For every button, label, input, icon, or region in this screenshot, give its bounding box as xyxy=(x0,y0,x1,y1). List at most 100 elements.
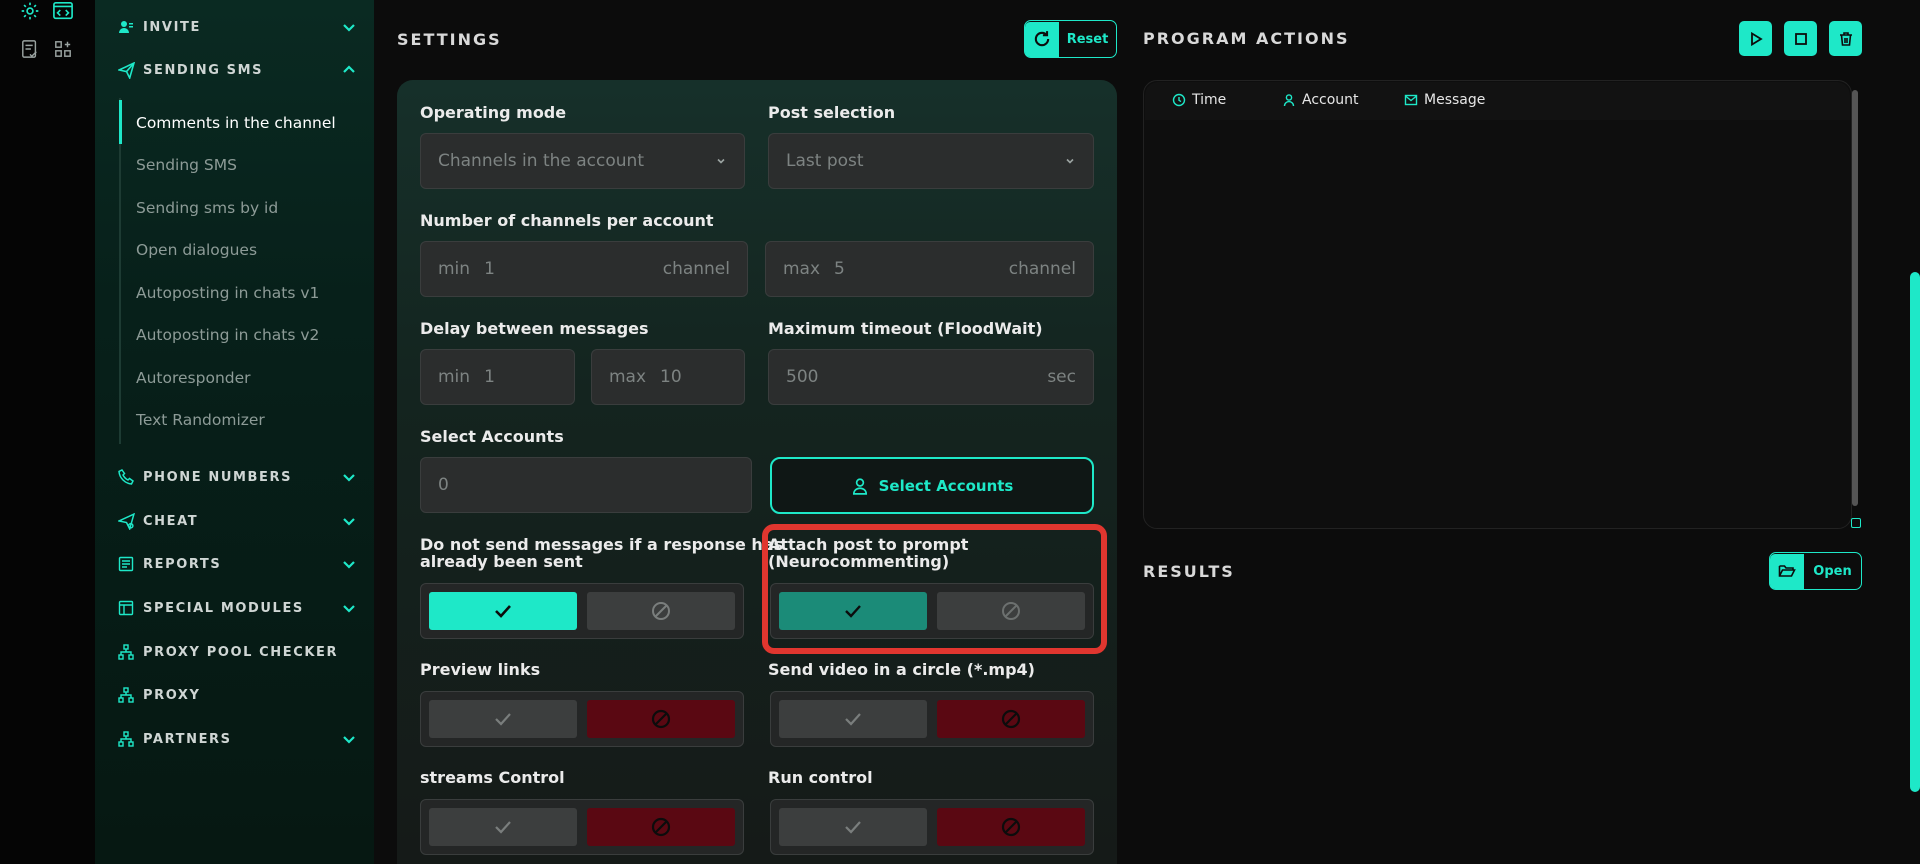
preview-links-toggle xyxy=(420,691,744,747)
operating-mode-select[interactable]: Channels in the account xyxy=(420,133,745,189)
resize-handle[interactable] xyxy=(1851,518,1861,528)
video-circle-toggle xyxy=(770,691,1094,747)
delete-button[interactable] xyxy=(1829,21,1862,56)
submenu-item-comments-in-channel[interactable]: Comments in the channel xyxy=(136,114,336,132)
apps-icon[interactable] xyxy=(52,38,74,60)
open-button[interactable]: Open xyxy=(1769,552,1862,590)
submenu-item-autoposting-v2[interactable]: Autoposting in chats v2 xyxy=(136,326,319,344)
nav-section-sending-sms[interactable]: SENDING SMS xyxy=(117,58,357,82)
program-actions-title: PROGRAM ACTIONS xyxy=(1143,29,1350,48)
play-button[interactable] xyxy=(1739,21,1772,56)
user-plus-icon xyxy=(117,18,135,36)
program-actions-log[interactable] xyxy=(1143,80,1852,529)
label-line: already been sent xyxy=(420,552,583,571)
toggle-on-button[interactable] xyxy=(429,808,577,846)
column-label: Time xyxy=(1192,92,1227,108)
toggle-on-button[interactable] xyxy=(779,700,927,738)
post-selection-value: Last post xyxy=(786,151,864,171)
preview-links-label: Preview links xyxy=(420,660,541,679)
check-icon xyxy=(845,713,861,726)
page-scrollbar[interactable] xyxy=(1910,272,1920,792)
nav-section-cheat[interactable]: CHEAT xyxy=(117,509,357,533)
delay-max-input[interactable]: max 10 xyxy=(591,349,745,405)
submenu-item-autoposting-v1[interactable]: Autoposting in chats v1 xyxy=(136,284,319,302)
nav-section-phone-numbers[interactable]: PHONE NUMBERS xyxy=(117,465,357,489)
nav-section-label: SPECIAL MODULES xyxy=(143,600,304,616)
submenu-active-indicator xyxy=(119,100,122,144)
network-icon xyxy=(117,730,135,748)
field-suffix: sec xyxy=(1047,367,1076,387)
toggle-off-button[interactable] xyxy=(587,592,735,630)
modules-icon xyxy=(117,599,135,617)
submenu-item-text-randomizer[interactable]: Text Randomizer xyxy=(136,411,265,429)
refresh-icon xyxy=(1025,21,1059,57)
chevron-down-icon xyxy=(343,605,355,613)
submenu-item-sending-sms[interactable]: Sending SMS xyxy=(136,156,237,174)
column-label: Message xyxy=(1424,92,1486,108)
column-message[interactable]: Message xyxy=(1404,92,1485,108)
toggle-on-button[interactable] xyxy=(429,592,577,630)
chevron-down-icon xyxy=(343,561,355,569)
timeout-input[interactable]: 500 sec xyxy=(768,349,1094,405)
post-selection-select[interactable]: Last post xyxy=(768,133,1094,189)
select-accounts-button[interactable]: Select Accounts xyxy=(770,457,1094,514)
field-value: 10 xyxy=(660,367,682,387)
run-control-label: Run control xyxy=(768,768,873,787)
field-prefix: min xyxy=(438,259,471,279)
log-scrollbar[interactable] xyxy=(1852,90,1858,506)
field-value: 1 xyxy=(484,259,495,279)
chevron-down-icon xyxy=(717,158,725,164)
nav-section-partners[interactable]: PARTNERS xyxy=(117,727,357,751)
toggle-off-button[interactable] xyxy=(587,808,735,846)
submenu-item-open-dialogues[interactable]: Open dialogues xyxy=(136,241,257,259)
ban-icon xyxy=(652,602,670,620)
nav-section-invite[interactable]: INVITE xyxy=(117,15,357,39)
column-time[interactable]: Time xyxy=(1172,92,1226,108)
reset-button[interactable]: Reset xyxy=(1024,20,1117,58)
timeout-label: Maximum timeout (FloodWait) xyxy=(768,319,1043,338)
settings-title: SETTINGS xyxy=(397,30,502,49)
nav-section-reports[interactable]: REPORTS xyxy=(117,552,357,576)
toggle-off-button[interactable] xyxy=(937,700,1085,738)
settings-icon[interactable] xyxy=(19,0,41,22)
post-selection-label: Post selection xyxy=(768,103,896,122)
nav-section-proxy[interactable]: PROXY xyxy=(117,683,357,707)
operating-mode-value: Channels in the account xyxy=(438,151,644,171)
accounts-count-value: 0 xyxy=(438,475,449,495)
nav-section-label: PHONE NUMBERS xyxy=(143,469,293,485)
field-value: 1 xyxy=(484,367,495,387)
field-suffix: channel xyxy=(1008,259,1076,279)
field-prefix: max xyxy=(609,367,647,387)
toggle-off-button[interactable] xyxy=(937,808,1085,846)
clock-icon xyxy=(1172,93,1186,107)
submenu-item-autoresponder[interactable]: Autoresponder xyxy=(136,369,251,387)
delay-min-input[interactable]: min 1 xyxy=(420,349,575,405)
nav-section-label: PROXY xyxy=(143,687,201,703)
chevron-down-icon xyxy=(343,24,355,32)
network-icon xyxy=(117,686,135,704)
streams-control-label: streams Control xyxy=(420,768,565,787)
column-account[interactable]: Account xyxy=(1282,92,1359,108)
field-prefix: min xyxy=(438,367,471,387)
nav-section-proxy-pool-checker[interactable]: PROXY POOL CHECKER xyxy=(117,640,357,664)
ban-icon xyxy=(651,709,671,729)
run-control-toggle xyxy=(770,799,1094,855)
checklist-icon[interactable] xyxy=(19,38,41,60)
channels-min-input[interactable]: min 1 channel xyxy=(420,241,748,297)
network-icon xyxy=(117,643,135,661)
folder-open-icon xyxy=(1770,553,1804,589)
toggle-on-button[interactable] xyxy=(779,808,927,846)
toggle-off-button[interactable] xyxy=(587,700,735,738)
chevron-down-icon xyxy=(1066,158,1074,164)
chevron-up-icon xyxy=(343,65,355,73)
stop-button[interactable] xyxy=(1784,21,1817,56)
nav-section-label: PARTNERS xyxy=(143,731,232,747)
user-icon xyxy=(852,477,867,495)
toggle-on-button[interactable] xyxy=(429,700,577,738)
nav-section-label: REPORTS xyxy=(143,556,222,572)
channels-max-input[interactable]: max 5 channel xyxy=(765,241,1094,297)
code-icon[interactable] xyxy=(52,0,74,22)
nav-section-special-modules[interactable]: SPECIAL MODULES xyxy=(117,596,357,620)
select-accounts-label: Select Accounts xyxy=(420,427,564,446)
submenu-item-sending-sms-by-id[interactable]: Sending sms by id xyxy=(136,199,278,217)
